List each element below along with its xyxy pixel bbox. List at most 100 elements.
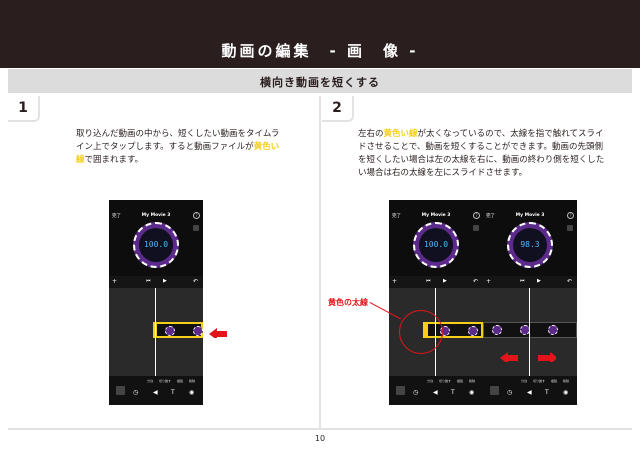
clip-thumbnail (468, 326, 478, 336)
dial-face: 100.0 (139, 228, 173, 262)
header-title: 動画の編集 - 画 像 - (221, 42, 419, 60)
help-icon[interactable]: ? (193, 212, 200, 219)
movie-title: My Movie 3 (515, 213, 545, 218)
selected-clip[interactable] (153, 322, 203, 338)
timeline[interactable] (109, 288, 203, 376)
step-1-text-before: 取り込んだ動画の中から、短くしたい動画をタイムライン上でタップします。すると動画… (76, 129, 280, 152)
tool-label-split[interactable]: 分割 (521, 379, 527, 383)
text-icon[interactable]: T (171, 389, 175, 396)
clip-thumbnail (548, 325, 558, 335)
skip-back-icon[interactable]: ⏮ (520, 278, 525, 284)
scissors-icon[interactable] (490, 386, 499, 395)
clip-thumbnail (165, 326, 175, 336)
clip-thumbnail (492, 325, 502, 335)
page-number: 10 (314, 434, 326, 443)
playback-controls: + ⏮ ▶ ↶ (483, 277, 577, 287)
phone-screenshot-3: 完了 My Movie 3 ? 1.0x 98.3 + ⏮ ▶ ↶ 分割 切り離… (483, 200, 577, 405)
plus-icon[interactable]: + (392, 278, 397, 285)
plus-icon[interactable]: + (486, 278, 491, 285)
speed-dial: 1.0x 98.3 (507, 222, 553, 268)
play-icon[interactable]: ▶ (443, 278, 447, 284)
scissors-icon[interactable] (116, 386, 125, 395)
help-icon[interactable]: ? (567, 212, 574, 219)
speed-icon[interactable]: ◷ (133, 389, 138, 396)
text-icon[interactable]: T (545, 389, 549, 396)
playback-controls: + ⏮ ▶ ↶ (389, 277, 483, 287)
page-header: 動画の編集 - 画 像 - (0, 0, 640, 68)
volume-icon[interactable]: ◀ (433, 389, 438, 396)
tool-label-detach[interactable]: 切り離す (533, 379, 545, 383)
section-title: 横向き動画を短くする (260, 76, 380, 89)
tool-label-duplicate[interactable]: 複製 (457, 379, 463, 383)
phone-screenshot-1: 完了 My Movie 3 ? 1.0x 100.0 + ⏮ ▶ ↶ 分割 切り… (109, 200, 203, 405)
play-icon[interactable]: ▶ (163, 278, 167, 284)
playhead (155, 288, 156, 376)
skip-back-icon[interactable]: ⏮ (146, 278, 151, 284)
skip-back-icon[interactable]: ⏮ (426, 278, 431, 284)
step-2-highlight: 黄色い線 (383, 129, 418, 139)
done-button[interactable]: 完了 (486, 213, 495, 219)
movie-title: My Movie 3 (421, 213, 451, 218)
play-icon[interactable]: ▶ (537, 278, 541, 284)
step-1-badge: 1 (8, 96, 40, 122)
step-2-text: 左右の黄色い線が太くなっているので、太線を指で触れてスライドさせることで、動画を… (358, 128, 608, 180)
viewer: 完了 My Movie 3 ? 1.0x 100.0 (389, 200, 483, 276)
section-banner: 横向き動画を短くする (8, 69, 632, 93)
arrow-left-icon (500, 352, 518, 362)
zoom-icon[interactable] (473, 225, 479, 231)
undo-icon[interactable]: ↶ (193, 278, 198, 285)
undo-icon[interactable]: ↶ (473, 278, 478, 285)
zoom-icon[interactable] (193, 225, 199, 231)
callout-circle (399, 310, 443, 354)
step-2-text-before: 左右の (358, 129, 384, 139)
movie-title: My Movie 3 (141, 213, 171, 218)
step-1-text-after: で囲まれます。 (84, 155, 144, 165)
speed-dial: 1.0x 100.0 (133, 222, 179, 268)
tool-label-duplicate[interactable]: 複製 (177, 379, 183, 383)
viewer: 完了 My Movie 3 ? 1.0x 98.3 (483, 200, 577, 276)
edit-toolbar: 分割 切り離す 複製 削除 ◷ ◀ T ◉ (109, 376, 203, 405)
arrow-right-icon (538, 352, 556, 362)
tool-label-delete[interactable]: 削除 (469, 379, 475, 383)
done-button[interactable]: 完了 (112, 213, 121, 219)
tool-label-detach[interactable]: 切り離す (159, 379, 171, 383)
clip[interactable] (483, 322, 577, 338)
undo-icon[interactable]: ↶ (567, 278, 572, 285)
speed-icon[interactable]: ◷ (413, 389, 418, 396)
speed-icon[interactable]: ◷ (507, 389, 512, 396)
clip-thumbnail (193, 326, 203, 336)
column-divider (319, 96, 321, 428)
edit-toolbar: 分割 切り離す 複製 削除 ◷ ◀ T ◉ (389, 376, 483, 405)
dial-value: 98.3 (520, 240, 540, 249)
callout-label: 黄色の太線 (328, 298, 368, 307)
timeline[interactable] (483, 288, 577, 376)
tool-label-split[interactable]: 分割 (427, 379, 433, 383)
filter-icon[interactable]: ◉ (189, 389, 194, 396)
dial-face: 100.0 (419, 228, 453, 262)
volume-icon[interactable]: ◀ (153, 389, 158, 396)
dial-value: 100.0 (143, 240, 169, 249)
bottom-rule (8, 428, 632, 430)
speed-dial: 1.0x 100.0 (413, 222, 459, 268)
scissors-icon[interactable] (396, 386, 405, 395)
tool-label-split[interactable]: 分割 (147, 379, 153, 383)
step-2-badge: 2 (322, 96, 354, 122)
done-button[interactable]: 完了 (392, 213, 401, 219)
playhead (529, 288, 530, 376)
filter-icon[interactable]: ◉ (563, 389, 568, 396)
tool-label-delete[interactable]: 削除 (189, 379, 195, 383)
plus-icon[interactable]: + (112, 278, 117, 285)
step-1-text: 取り込んだ動画の中から、短くしたい動画をタイムライン上でタップします。すると動画… (76, 128, 286, 167)
dial-value: 100.0 (423, 240, 449, 249)
filter-icon[interactable]: ◉ (469, 389, 474, 396)
zoom-icon[interactable] (567, 225, 573, 231)
edit-toolbar: 分割 切り離す 複製 削除 ◷ ◀ T ◉ (483, 376, 577, 405)
arrow-left-icon (209, 328, 227, 338)
volume-icon[interactable]: ◀ (527, 389, 532, 396)
text-icon[interactable]: T (451, 389, 455, 396)
help-icon[interactable]: ? (473, 212, 480, 219)
phone-screenshot-2: 完了 My Movie 3 ? 1.0x 100.0 + ⏮ ▶ ↶ 分割 切り… (389, 200, 483, 405)
tool-label-detach[interactable]: 切り離す (439, 379, 451, 383)
tool-label-duplicate[interactable]: 複製 (551, 379, 557, 383)
tool-label-delete[interactable]: 削除 (563, 379, 569, 383)
